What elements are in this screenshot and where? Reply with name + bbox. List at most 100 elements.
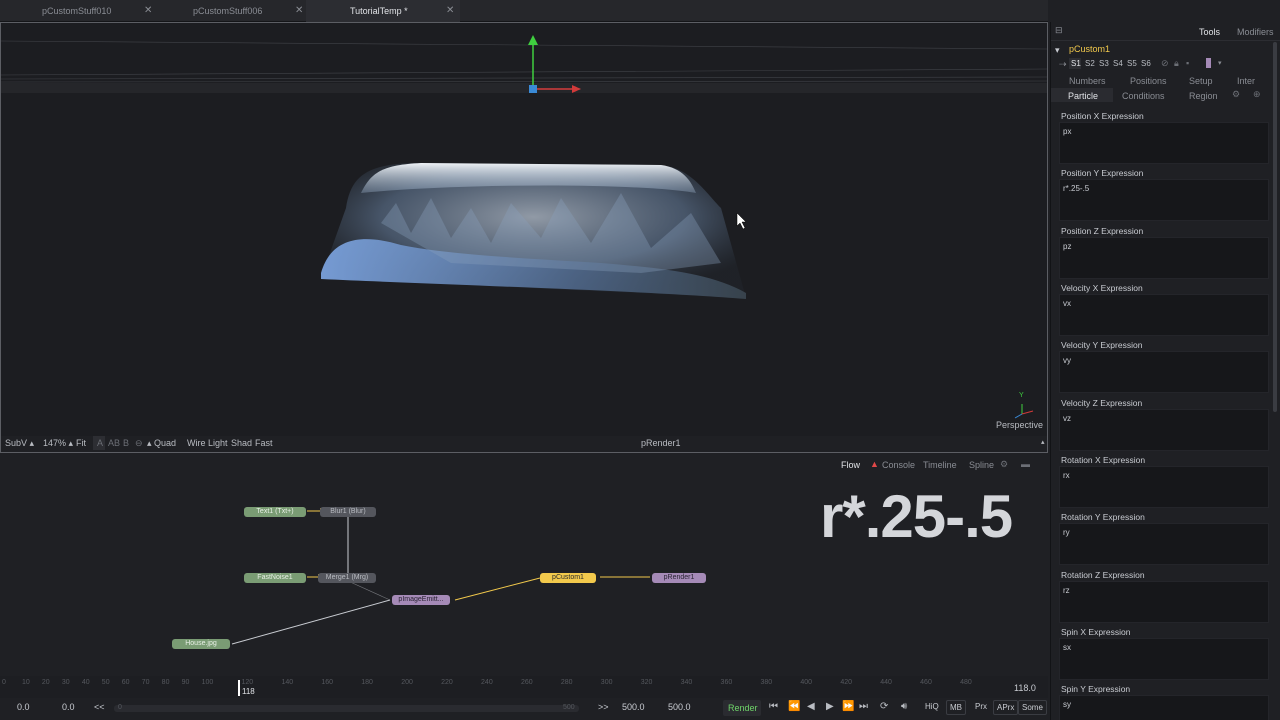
fit-button[interactable]: Fit — [76, 438, 86, 448]
set-s2[interactable]: S2 — [1085, 59, 1095, 68]
panel-toggle-icon[interactable]: ⊟ — [1055, 25, 1063, 36]
tab-tools[interactable]: Tools — [1199, 27, 1220, 37]
range-slider[interactable] — [114, 705, 579, 712]
aprx-button[interactable]: APrx — [993, 700, 1019, 715]
expr-field-velocity-x[interactable]: vx — [1059, 294, 1269, 336]
expr-field-position-z[interactable]: pz — [1059, 237, 1269, 279]
info-icon[interactable]: ⊕ — [1253, 89, 1261, 100]
node-merge1[interactable]: Merge1 (Mrg) — [318, 573, 376, 583]
tab-timeline[interactable]: Timeline — [923, 460, 957, 470]
render-end-field[interactable]: 500.0 — [622, 702, 645, 712]
viewer-3d[interactable]: Y Perspective — [0, 22, 1048, 453]
node-pcustom1[interactable]: pCustom1 — [540, 573, 596, 583]
tab-numbers[interactable]: Numbers — [1069, 76, 1106, 86]
shad-button[interactable]: Shad — [231, 438, 252, 448]
range-right-button[interactable]: >> — [598, 702, 609, 712]
tab-positions[interactable]: Positions — [1130, 76, 1167, 86]
close-icon[interactable]: ✕ — [295, 0, 303, 22]
play-icon[interactable]: ▶ — [826, 701, 834, 712]
set-s4[interactable]: S4 — [1113, 59, 1123, 68]
expr-value: rz — [1063, 586, 1070, 595]
tab-console[interactable]: Console — [882, 460, 915, 470]
fast-button[interactable]: Fast — [255, 438, 273, 448]
set-s6[interactable]: S6 — [1141, 59, 1151, 68]
tab-region[interactable]: Region — [1189, 91, 1218, 101]
node-text1[interactable]: Text1 (Txt+) — [244, 507, 306, 517]
ruler-tick: 60 — [121, 679, 130, 686]
expr-field-velocity-z[interactable]: vz — [1059, 409, 1269, 451]
close-icon[interactable]: ✕ — [144, 0, 152, 22]
node-blur1[interactable]: Blur1 (Blur) — [320, 507, 376, 517]
expr-field-velocity-y[interactable]: vy — [1059, 351, 1269, 393]
tab-inter[interactable]: Inter — [1237, 76, 1255, 86]
color-swatch[interactable] — [1206, 58, 1211, 68]
node-pimageemitter[interactable]: pImageEmitt... — [392, 595, 450, 605]
settings-icon[interactable]: ⚙ — [1000, 459, 1008, 470]
ab-button[interactable]: AB — [108, 438, 120, 448]
go-to-end-icon[interactable]: ⏭ — [859, 701, 868, 712]
quad-button[interactable]: ▴ Quad — [147, 438, 176, 449]
go-to-start-icon[interactable]: ⏮ — [769, 701, 778, 712]
play-reverse-icon[interactable]: ◀ — [807, 701, 815, 712]
pin-icon[interactable]: ⇢ — [1059, 59, 1067, 70]
prx-button[interactable]: Prx — [972, 700, 990, 715]
expr-field-rotation-z[interactable]: rz — [1059, 581, 1269, 623]
tab-conditions[interactable]: Conditions — [1122, 91, 1165, 101]
reset-icon[interactable]: ▪ — [1186, 58, 1189, 68]
tab-flow[interactable]: Flow — [841, 460, 860, 470]
light-button[interactable]: Light — [208, 438, 228, 448]
camera-label[interactable]: Perspective — [996, 420, 1043, 430]
wire-button[interactable]: Wire — [187, 438, 206, 448]
viewer-node-name: pRender1 — [641, 438, 681, 448]
time-ruler[interactable]: 0 10 20 30 40 50 60 70 80 90 100 120 140 160 180 200 220… — [0, 676, 1048, 698]
expr-field-spin-x[interactable]: sx — [1059, 638, 1269, 680]
subview-button[interactable]: SubV ▴ — [5, 438, 34, 449]
set-s3[interactable]: S3 — [1099, 59, 1109, 68]
expr-value: sy — [1063, 700, 1071, 709]
tab-particle[interactable]: Particle — [1068, 91, 1098, 101]
range-left-button[interactable]: << — [94, 702, 105, 712]
node-prender1[interactable]: pRender1 — [652, 573, 706, 583]
disable-icon[interactable]: ⊘ — [1161, 58, 1169, 69]
comment-icon[interactable]: ▬ — [1021, 459, 1030, 469]
zoom-dropdown[interactable]: 147% ▴ — [43, 438, 73, 449]
scrollbar[interactable] — [1273, 42, 1277, 412]
playhead[interactable] — [238, 680, 240, 696]
node-fastnoise1[interactable]: FastNoise1 — [244, 573, 306, 583]
step-back-fast-icon[interactable]: ⏪ — [788, 701, 800, 712]
tab-setup[interactable]: Setup — [1189, 76, 1213, 86]
expr-field-spin-y[interactable]: sy — [1059, 695, 1269, 720]
ruler-tick: 20 — [41, 679, 50, 686]
tab-spline[interactable]: Spline — [969, 460, 994, 470]
tab-pcustomstuff006[interactable]: pCustomStuff006 ✕ — [153, 0, 306, 22]
set-s5[interactable]: S5 — [1127, 59, 1137, 68]
expr-value: r*.25-.5 — [1063, 184, 1090, 193]
viewer-menu-icon[interactable]: ▴ — [1041, 438, 1045, 446]
audio-icon[interactable]: 🔊︎ — [901, 701, 907, 712]
b-button[interactable]: B — [123, 438, 129, 448]
render-button[interactable]: Render — [723, 700, 761, 716]
expr-field-rotation-x[interactable]: rx — [1059, 466, 1269, 508]
node-house-jpg[interactable]: House.jpg — [172, 639, 230, 649]
collapse-chevron-icon[interactable]: ▾ — [1055, 45, 1060, 56]
step-forward-fast-icon[interactable]: ⏩ — [842, 701, 854, 712]
render-start-field[interactable]: 0.0 — [62, 702, 75, 712]
expr-field-rotation-y[interactable]: ry — [1059, 523, 1269, 565]
mb-button[interactable]: MB — [946, 700, 966, 715]
global-end-field[interactable]: 500.0 — [668, 702, 691, 712]
tab-tutorialtemp[interactable]: TutorialTemp * ✕ — [306, 0, 460, 22]
set-s1[interactable]: S1 — [1071, 59, 1081, 68]
loop-icon[interactable]: ⟳ — [880, 701, 888, 712]
tab-modifiers[interactable]: Modifiers — [1237, 27, 1274, 37]
lock-icon[interactable]: 🔒︎ — [1174, 58, 1179, 69]
hiq-button[interactable]: HiQ — [922, 700, 942, 715]
tab-pcustomstuff010[interactable]: pCustomStuff010 ✕ — [0, 0, 153, 22]
global-start-field[interactable]: 0.0 — [17, 702, 30, 712]
swatch-dropdown-icon[interactable]: ▾ — [1218, 59, 1222, 67]
settings-gear-icon[interactable]: ⚙ — [1232, 89, 1240, 100]
expr-field-position-x[interactable]: px — [1059, 122, 1269, 164]
some-button[interactable]: Some — [1018, 700, 1047, 715]
expr-field-position-y[interactable]: r*.25-.5 — [1059, 179, 1269, 221]
close-icon[interactable]: ✕ — [446, 0, 454, 22]
link-icon[interactable]: ⊖ — [135, 438, 143, 449]
